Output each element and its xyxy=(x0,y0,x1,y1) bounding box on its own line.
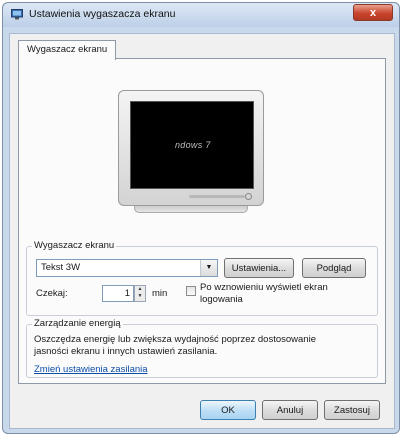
resume-logon-checkbox[interactable] xyxy=(186,286,196,296)
preview-screen: ndows 7 xyxy=(130,101,254,189)
wait-minutes-input[interactable]: 1 xyxy=(102,285,134,302)
settings-button[interactable]: Ustawienia... xyxy=(224,258,294,278)
monitor-preview: ndows 7 xyxy=(118,90,264,214)
monitor-frame: ndows 7 xyxy=(118,90,264,206)
close-button[interactable]: x xyxy=(353,4,393,21)
screensaver-group-label: Wygaszacz ekranu xyxy=(32,240,117,251)
power-description-line2: jasności ekranu i innych ustawień zasila… xyxy=(34,346,218,357)
screensaver-select[interactable]: Tekst 3W ▼ xyxy=(36,259,218,277)
wait-label: Czekaj: xyxy=(36,288,68,299)
wait-minutes-stepper[interactable]: ▲ ▼ xyxy=(134,285,146,302)
power-description-line1: Oszczędza energię lub zwiększa wydajność… xyxy=(34,334,316,345)
cancel-button[interactable]: Anuluj xyxy=(262,400,318,420)
change-power-settings-link[interactable]: Zmień ustawienia zasilania xyxy=(34,364,148,375)
resume-logon-label-line2: logowania xyxy=(200,294,243,305)
stepper-down-icon[interactable]: ▼ xyxy=(135,293,145,300)
title-bar: Ustawienia wygaszacza ekranu x xyxy=(3,3,399,27)
ok-button[interactable]: OK xyxy=(200,400,256,420)
tab-screensaver[interactable]: Wygaszacz ekranu xyxy=(18,40,117,60)
screensaver-select-value: Tekst 3W xyxy=(41,262,81,273)
apply-button[interactable]: Zastosuj xyxy=(324,400,380,420)
screensaver-group xyxy=(26,246,378,316)
stepper-up-icon[interactable]: ▲ xyxy=(135,286,145,293)
power-group-label: Zarządzanie energią xyxy=(32,318,123,329)
power-led-icon xyxy=(245,193,252,200)
wait-unit-label: min xyxy=(152,288,168,299)
screensaver-settings-dialog: Ustawienia wygaszacza ekranu x Wygaszacz… xyxy=(2,2,400,434)
monitor-stand xyxy=(134,205,248,213)
monitor-slot xyxy=(189,195,245,198)
resume-logon-label-line1: Po wznowieniu wyświetl ekran xyxy=(200,282,328,293)
preview-button[interactable]: Podgląd xyxy=(302,258,366,278)
dialog-body: Wygaszacz ekranu ndows 7 Wygaszacz ekran… xyxy=(9,33,395,429)
monitor-icon xyxy=(11,9,23,20)
chevron-down-icon[interactable]: ▼ xyxy=(200,260,217,276)
preview-screen-text: ndows 7 xyxy=(175,140,211,150)
window-title: Ustawienia wygaszacza ekranu xyxy=(29,8,176,20)
